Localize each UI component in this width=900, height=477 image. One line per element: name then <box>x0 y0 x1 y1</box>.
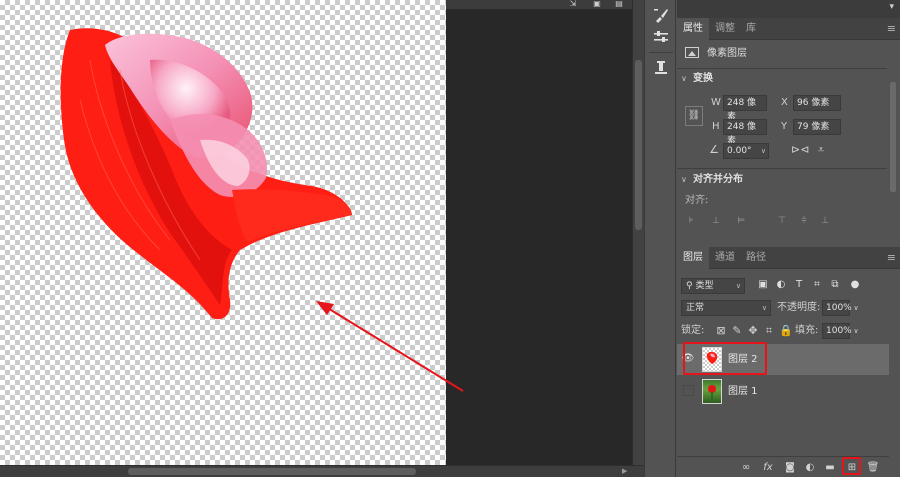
filter-type-icon[interactable]: T <box>793 279 805 291</box>
lock-transparent-icon[interactable]: ⊠ <box>715 324 727 338</box>
layer-row[interactable]: 图层 1 <box>677 376 889 407</box>
panel-tool-strip <box>644 0 676 477</box>
layer-kind-label: 像素图层 <box>707 48 747 59</box>
delete-layer-icon[interactable]: 🗑 <box>866 461 880 474</box>
properties-tabs: 属性 调整 库 ≡ <box>677 18 900 40</box>
scroll-right-arrow-icon[interactable]: ▶ <box>622 466 632 477</box>
x-field[interactable]: 96 像素 <box>793 95 841 111</box>
filter-adjustment-icon[interactable]: ◐ <box>775 279 787 291</box>
lock-artboard-icon[interactable]: ⌗ <box>763 324 775 338</box>
caret-down-icon: ∨ <box>681 74 687 83</box>
flip-horizontal-icon[interactable]: ⊳⊲ <box>791 143 809 157</box>
camera-icon[interactable]: ▣ <box>592 0 602 8</box>
divider <box>677 168 887 169</box>
opacity-field[interactable]: 100% <box>822 300 852 316</box>
properties-scrollbar[interactable] <box>889 40 898 244</box>
lock-position-icon[interactable]: ✥ <box>747 324 759 338</box>
adjustment-layer-icon[interactable]: ◐ <box>803 461 817 474</box>
blend-mode-dropdown[interactable]: 正常 ∨ <box>681 300 771 316</box>
pasteboard-area <box>446 0 632 465</box>
y-field[interactable]: 79 像素 <box>793 119 841 135</box>
align-left-icon[interactable]: ⊧ <box>686 216 696 226</box>
layer-name[interactable]: 图层 1 <box>728 376 758 407</box>
caret-down-icon: ∨ <box>681 175 687 184</box>
opacity-dropdown-icon[interactable]: ∨ <box>851 301 861 315</box>
brush-settings-icon[interactable] <box>651 6 671 26</box>
layer-filter-dropdown[interactable]: ⚲ 类型 ∨ <box>681 278 745 294</box>
adjust-sliders-icon[interactable] <box>651 28 671 48</box>
document-canvas[interactable] <box>0 0 446 465</box>
tab-layers[interactable]: 图层 <box>677 247 709 269</box>
link-layers-icon[interactable]: ∞ <box>739 461 753 474</box>
fill-dropdown-icon[interactable]: ∨ <box>851 324 861 338</box>
align-top-icon[interactable]: ⊤ <box>777 216 787 226</box>
tab-libraries[interactable]: 库 <box>740 18 762 40</box>
add-mask-icon[interactable]: ◙ <box>783 461 797 474</box>
collapse-panels-icon[interactable]: ▾ <box>889 0 894 14</box>
trash-icon[interactable]: ▤ <box>614 0 624 8</box>
visibility-toggle[interactable] <box>683 385 694 396</box>
align-right-icon[interactable]: ⊨ <box>736 216 746 226</box>
filter-shape-icon[interactable]: ⌗ <box>811 279 823 291</box>
height-label: H <box>712 121 720 132</box>
horizontal-scrollbar[interactable]: ▶ <box>0 465 644 477</box>
transform-section-header[interactable]: ∨ 变换 <box>681 71 713 87</box>
align-center-h-icon[interactable]: ⊥ <box>711 216 721 226</box>
pixel-layer-kind: 像素图层 <box>685 44 885 64</box>
highlight-new-layer-button <box>842 457 861 475</box>
new-group-icon[interactable]: ▬ <box>823 461 837 474</box>
align-label: 对齐: <box>685 195 709 206</box>
angle-field[interactable]: 0.00° ∨ <box>723 143 769 159</box>
align-middle-v-icon[interactable]: ⫩ <box>799 216 809 226</box>
x-label: X <box>781 97 788 108</box>
width-field[interactable]: 248 像素 <box>723 95 767 122</box>
height-field[interactable]: 248 像素 <box>723 119 767 146</box>
properties-scroll-thumb[interactable] <box>890 82 896 192</box>
fx-icon[interactable]: fx <box>761 461 775 474</box>
fill-label: 填充: <box>795 325 819 336</box>
canvas-top-bar: ⇲ ▣ ▤ <box>446 0 632 10</box>
red-petal-image <box>60 28 352 320</box>
fill-field[interactable]: 100% <box>822 323 852 339</box>
tab-channels[interactable]: 通道 <box>709 247 741 269</box>
clone-source-icon[interactable] <box>651 58 671 78</box>
tab-paths[interactable]: 路径 <box>740 247 772 269</box>
tab-properties[interactable]: 属性 <box>677 18 709 40</box>
layers-menu-icon[interactable]: ≡ <box>887 247 896 269</box>
properties-menu-icon[interactable]: ≡ <box>887 18 896 40</box>
right-panels: ▾ 属性 调整 库 ≡ 像素图层 ∨ 变换 ⛓ W 248 像素 X 96 像素 … <box>677 0 900 477</box>
y-label: Y <box>781 121 788 132</box>
width-label: W <box>711 97 721 108</box>
tool-separator <box>649 52 673 53</box>
flip-vertical-icon[interactable]: ⩡ <box>813 143 829 157</box>
lock-label: 锁定: <box>681 325 705 336</box>
vertical-scroll-thumb[interactable] <box>635 60 642 230</box>
divider <box>677 68 887 69</box>
lock-all-icon[interactable]: 🔒 <box>779 324 793 338</box>
image-icon <box>685 47 699 58</box>
filter-smart-object-icon[interactable]: ⧉ <box>829 279 841 291</box>
layer-thumbnail <box>702 379 722 404</box>
align-bottom-icon[interactable]: ⊥ <box>820 216 830 226</box>
arrange-icon[interactable]: ⇲ <box>568 0 578 8</box>
horizontal-scroll-thumb[interactable] <box>128 468 416 475</box>
tab-adjustments[interactable]: 调整 <box>709 18 741 40</box>
filter-pixel-icon[interactable]: ▣ <box>757 279 769 291</box>
filter-toggle-icon[interactable]: ● <box>849 279 861 291</box>
lock-image-icon[interactable]: ✎ <box>731 324 743 338</box>
highlight-selected-layer <box>683 342 767 375</box>
panels-top-bar: ▾ <box>677 0 900 18</box>
layers-tabs: 图层 通道 路径 ≡ <box>677 247 900 269</box>
align-section-header[interactable]: ∨ 对齐并分布 <box>681 172 743 188</box>
link-dimensions-button[interactable]: ⛓ <box>685 106 703 126</box>
angle-icon: ∠ <box>709 143 719 156</box>
opacity-label: 不透明度: <box>777 302 821 313</box>
vertical-scrollbar[interactable] <box>632 0 644 465</box>
